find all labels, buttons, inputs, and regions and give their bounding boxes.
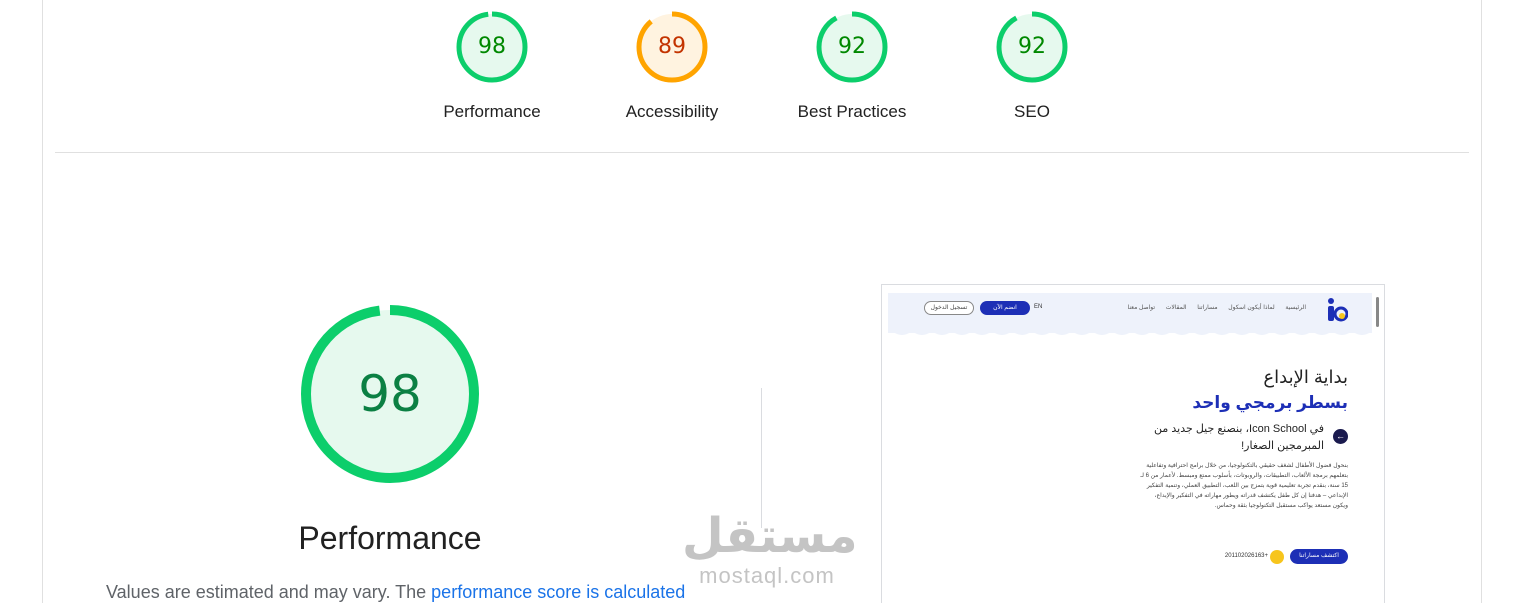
header-wave bbox=[888, 325, 1372, 335]
category-gauges: 98 Performance 89 Accessibility 92 Best … bbox=[0, 0, 1533, 152]
arrow-left-icon: ← bbox=[1333, 429, 1348, 444]
gauge-ring: 89 bbox=[635, 10, 709, 84]
vertical-separator bbox=[761, 388, 762, 528]
hero-subheadline: في Icon School، بنصنع جيل جديد من المبرم… bbox=[1154, 423, 1324, 452]
gauge-ring: 98 bbox=[455, 10, 529, 84]
performance-score: 98 bbox=[358, 365, 422, 423]
mostaql-watermark: مستقل mostaql.com bbox=[682, 508, 858, 588]
nav-item: تواصل معنا bbox=[1127, 305, 1156, 311]
gauge-score: 98 bbox=[478, 34, 506, 59]
scrollbar bbox=[1376, 297, 1379, 327]
nav-item: المقالات bbox=[1165, 305, 1187, 311]
final-screenshot[interactable]: الرئيسية لماذا أيكون اسكول مساراتنا المق… bbox=[881, 284, 1385, 603]
gauge-accessibility[interactable]: 89 Accessibility bbox=[602, 10, 742, 122]
nav-item: الرئيسية bbox=[1285, 305, 1306, 311]
gauge-seo[interactable]: 92 SEO bbox=[962, 10, 1102, 122]
join-button: انضم الآن bbox=[980, 301, 1030, 315]
discover-button: اكتشف مساراتنا bbox=[1290, 549, 1348, 564]
hero-headline-2: بسطر برمجي واحد bbox=[1192, 393, 1348, 412]
site-nav: الرئيسية لماذا أيكون اسكول مساراتنا المق… bbox=[1119, 304, 1306, 311]
gauge-performance[interactable]: 98 Performance bbox=[422, 10, 562, 122]
performance-title: Performance bbox=[298, 520, 482, 556]
login-button: تسجيل الدخول bbox=[924, 301, 974, 315]
watermark-arabic: مستقل bbox=[682, 508, 858, 564]
hero-paragraph: بنحول فضول الأطفال لشغف حقيقي بالتكنولوج… bbox=[1140, 463, 1348, 509]
performance-score-link[interactable]: performance score is calculated bbox=[431, 582, 685, 602]
nav-item: مساراتنا bbox=[1197, 305, 1218, 311]
gauge-score: 92 bbox=[838, 34, 866, 59]
nav-item: لماذا أيكون اسكول bbox=[1228, 305, 1275, 311]
gauge-score: 89 bbox=[658, 34, 686, 59]
gauge-label: Best Practices bbox=[797, 102, 907, 121]
performance-description: Values are estimated and may vary. The p… bbox=[106, 582, 685, 603]
description-text: Values are estimated and may vary. The bbox=[106, 582, 432, 602]
gauge-ring: 92 bbox=[995, 10, 1069, 84]
gauge-ring: 92 bbox=[815, 10, 889, 84]
gauge-best-practices[interactable]: 92 Best Practices bbox=[782, 10, 922, 122]
whatsapp-icon bbox=[1270, 550, 1284, 564]
watermark-latin: mostaql.com bbox=[699, 563, 835, 588]
hero-headline-1: بداية الإبداع bbox=[1263, 367, 1348, 387]
site-logo-icon bbox=[1328, 298, 1348, 322]
gauge-label: Accessibility bbox=[625, 102, 719, 121]
phone-number: 201102026163+ bbox=[1224, 553, 1268, 559]
gauge-score: 92 bbox=[1018, 34, 1046, 59]
language-switch: EN bbox=[1034, 304, 1043, 310]
performance-gauge: 98 bbox=[298, 302, 482, 486]
section-divider bbox=[55, 152, 1469, 153]
gauge-label: Performance bbox=[443, 102, 541, 121]
gauge-label: SEO bbox=[1014, 102, 1050, 121]
